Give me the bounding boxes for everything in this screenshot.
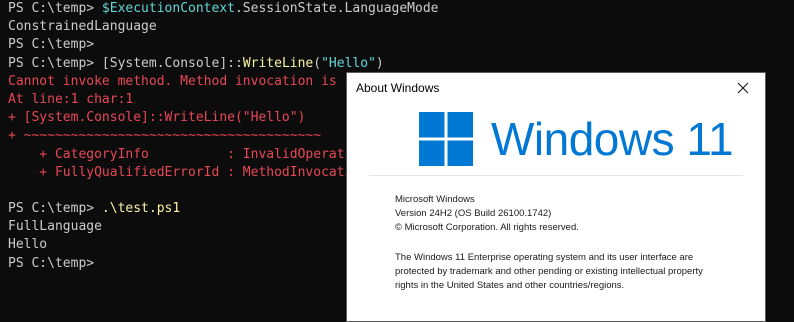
output-text: ConstrainedLanguage bbox=[8, 19, 157, 35]
error-text: + ~~~~~~~~~~~~~~~~~~~~~~~~~~~~~~~~~~~~~~ bbox=[8, 128, 322, 144]
error-text: + [System.Console]::WriteLine("Hello") bbox=[8, 110, 306, 126]
paren-token: ) bbox=[375, 55, 384, 71]
close-button[interactable] bbox=[725, 74, 761, 101]
prompt: PS C:\temp> bbox=[8, 201, 102, 217]
prompt: PS C:\temp> bbox=[8, 1, 102, 16]
windows-logo-icon bbox=[419, 112, 473, 166]
product-name: Microsoft Windows bbox=[395, 194, 475, 205]
version-text: Version 24H2 (OS Build 26100.1742) bbox=[395, 207, 552, 219]
terminal-line: PS C:\temp> bbox=[8, 36, 794, 54]
close-icon bbox=[737, 82, 749, 93]
output-text: FullLanguage bbox=[8, 219, 102, 235]
command-token: .\test.ps1 bbox=[101, 201, 181, 217]
divider bbox=[369, 175, 743, 176]
error-text: At line:1 char:1 bbox=[8, 91, 134, 107]
dialog-title: About Windows bbox=[356, 81, 440, 95]
about-windows-dialog: About Windows Windows 11 Microsoft Windo… bbox=[346, 72, 766, 322]
dialog-titlebar[interactable]: About Windows bbox=[347, 73, 765, 102]
legal-line: protected by trademark and other pending… bbox=[395, 265, 703, 277]
terminal-line: PS C:\temp> $ExecutionContext.SessionSta… bbox=[8, 0, 794, 18]
legal-line: The Windows 11 Enterprise operating syst… bbox=[395, 252, 694, 263]
member-token: .SessionState.LanguageMode bbox=[234, 1, 439, 16]
version-info: Microsoft Windows Version 24H2 (OS Build… bbox=[395, 193, 755, 234]
windows-wordmark: Windows 11 bbox=[491, 113, 734, 165]
windows-logo: Windows 11 bbox=[419, 110, 749, 170]
terminal-line: ConstrainedLanguage bbox=[8, 18, 794, 36]
output-text: Hello bbox=[8, 237, 48, 253]
method-token: WriteLine bbox=[242, 55, 314, 71]
legal-line: rights in the United States and other co… bbox=[395, 279, 625, 291]
prompt: PS C:\temp> bbox=[8, 255, 102, 271]
terminal-line: PS C:\temp> [System.Console]::WriteLine(… bbox=[8, 55, 794, 73]
paren-token: ( bbox=[313, 55, 322, 71]
legal-paragraph: The Windows 11 Enterprise operating syst… bbox=[395, 251, 745, 292]
prompt: PS C:\temp> bbox=[8, 37, 102, 53]
copyright-text: © Microsoft Corporation. All rights rese… bbox=[395, 221, 579, 233]
variable-token: $ExecutionContext bbox=[101, 1, 235, 16]
operator-token: :: bbox=[227, 55, 243, 71]
prompt: PS C:\temp> bbox=[8, 55, 102, 71]
string-token: "Hello" bbox=[321, 55, 376, 71]
type-token: [System.Console] bbox=[101, 55, 228, 71]
